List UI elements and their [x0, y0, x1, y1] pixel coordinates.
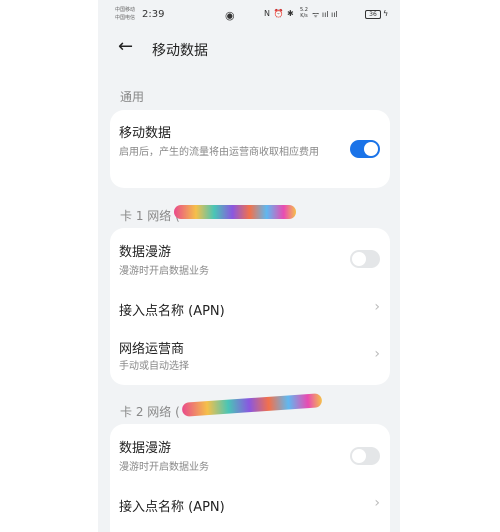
sim2-apn-title: 接入点名称 (APN)	[119, 500, 225, 515]
status-bar: 中国移动 中国电信 2:39 ◉ N ⏰ ✱ 5.2 K/s ᯤ ııl ııl…	[98, 0, 400, 30]
sim2-roaming-subtitle: 漫游时开启数据业务	[119, 462, 209, 473]
phone-screen: 中国移动 中国电信 2:39 ◉ N ⏰ ✱ 5.2 K/s ᯤ ııl ııl…	[98, 0, 400, 532]
sim1-roaming-toggle[interactable]	[350, 250, 380, 268]
sim1-roaming-row[interactable]: 数据漫游 漫游时开启数据业务	[110, 228, 390, 290]
system-icons: N ⏰ ✱	[264, 9, 295, 18]
status-time: 2:39	[142, 9, 165, 20]
toggle-knob	[352, 449, 366, 463]
battery-icon: 36	[365, 10, 381, 19]
network-speed: 5.2 K/s	[300, 7, 308, 19]
page-title: 移动数据	[152, 43, 208, 59]
mobile-data-title: 移动数据	[119, 126, 172, 141]
sim1-apn-title: 接入点名称 (APN)	[119, 304, 225, 319]
sim2-roaming-title: 数据漫游	[119, 441, 172, 456]
bolt-icon: ϟ	[383, 9, 389, 18]
mobile-data-row[interactable]: 移动数据 启用后，产生的流量将由运营商收取相应费用	[110, 110, 390, 188]
sim1-carrier-title: 网络运营商	[119, 342, 185, 357]
card-sim1: 数据漫游 漫游时开启数据业务 接入点名称 (APN) › 网络运营商 手动或自动…	[110, 228, 390, 385]
card-sim2: 数据漫游 漫游时开启数据业务 接入点名称 (APN) ›	[110, 424, 390, 532]
section-label-sim2: 卡 2 网络 (	[120, 405, 180, 419]
chevron-right-icon: ›	[374, 346, 380, 362]
sim2-roaming-row[interactable]: 数据漫游 漫游时开启数据业务	[110, 424, 390, 486]
signal-icon: ᯤ ııl ııl	[312, 10, 338, 19]
carrier-line-1: 中国移动	[115, 7, 136, 13]
sim1-roaming-title: 数据漫游	[119, 245, 172, 260]
sim2-roaming-toggle[interactable]	[350, 447, 380, 465]
eye-icon: ◉	[225, 9, 235, 22]
redaction-scribble	[181, 393, 323, 417]
sim1-carrier-row[interactable]: 网络运营商 手动或自动选择 ›	[110, 328, 390, 385]
chevron-right-icon: ›	[374, 495, 380, 511]
chevron-right-icon: ›	[374, 299, 380, 315]
section-label-general: 通用	[120, 90, 145, 104]
toggle-knob	[352, 252, 366, 266]
sim1-apn-row[interactable]: 接入点名称 (APN) ›	[110, 290, 390, 328]
toggle-knob	[364, 142, 378, 156]
sim2-apn-row[interactable]: 接入点名称 (APN) ›	[110, 486, 390, 526]
carrier-line-2: 中国电信	[115, 15, 136, 21]
mobile-data-toggle[interactable]	[350, 140, 380, 158]
carrier-info: 中国移动 中国电信	[115, 6, 135, 22]
section-label-sim1: 卡 1 网络 (	[120, 209, 180, 223]
header: ← 移动数据	[98, 30, 400, 66]
sim1-carrier-subtitle: 手动或自动选择	[119, 361, 189, 372]
card-general: 移动数据 启用后，产生的流量将由运营商收取相应费用	[110, 110, 390, 188]
network-speed-unit: K/s	[300, 13, 308, 19]
arrow-left-icon[interactable]: ←	[118, 36, 133, 57]
redaction-scribble	[174, 205, 296, 219]
sim1-roaming-subtitle: 漫游时开启数据业务	[119, 266, 209, 277]
mobile-data-subtitle: 启用后，产生的流量将由运营商收取相应费用	[119, 147, 319, 158]
